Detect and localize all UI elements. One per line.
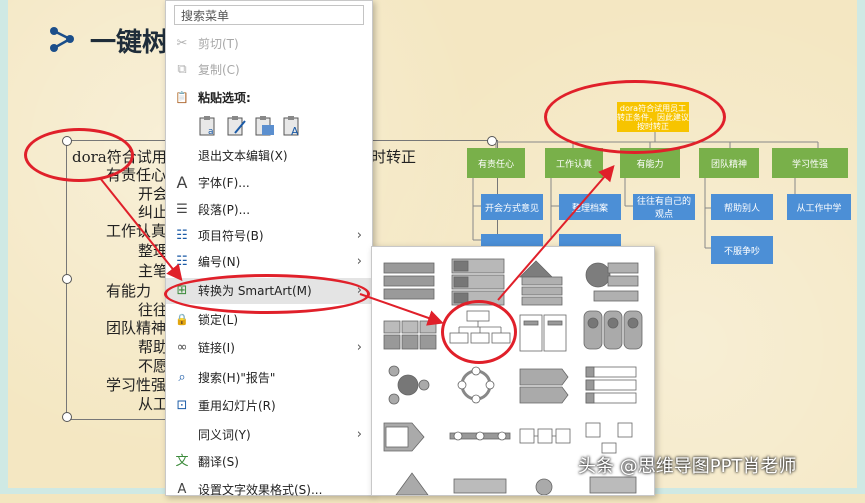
org-leaf-node[interactable]: 开会方式意见 — [481, 194, 543, 220]
smartart-thumb-connected-process — [519, 428, 571, 444]
smartart-thumb-stacked-list — [451, 258, 505, 306]
menu-item-search[interactable]: ⌕ 搜索(H)"报告" — [166, 365, 372, 391]
smartart-thumb-bending-list — [453, 478, 507, 494]
highlight-circle-dora — [24, 128, 134, 182]
svg-text:a: a — [208, 127, 214, 137]
outline-line[interactable]: 纠止 — [138, 201, 168, 222]
font-icon: A — [176, 173, 188, 192]
outline-line-tail[interactable]: 时转正 — [371, 146, 416, 167]
org-branch-node[interactable]: 有责任心 — [467, 148, 525, 178]
outline-line[interactable]: 学习性强 — [106, 374, 166, 395]
menu-item-paste-options: 📋 粘贴选项: — [175, 91, 251, 105]
menu-item-reuse-slides[interactable]: ⊡ 重用幻灯片(R) — [166, 393, 372, 419]
slide-right-border — [857, 0, 865, 494]
org-branch-node[interactable]: 团队精神 — [699, 148, 759, 178]
menu-item-numbering[interactable]: ☷ 编号(N) › — [166, 249, 372, 275]
smartart-thumb-basic-block-list — [383, 262, 435, 300]
smartart-thumb-cycle — [457, 366, 495, 404]
smartart-thumb-chevron — [383, 422, 425, 452]
text-effects-icon: A — [177, 482, 187, 497]
outline-line[interactable]: 有能力 — [106, 280, 151, 301]
outline-line[interactable]: 主笔 — [138, 260, 168, 281]
org-leaf-node[interactable]: 不服争吵 — [711, 236, 773, 264]
slide-title[interactable]: 一键树 — [90, 22, 168, 59]
highlight-circle-hierarchy-thumb — [441, 300, 517, 364]
org-leaf-node[interactable]: 往往有自己的观点 — [633, 194, 695, 220]
menu-item-exit-text-edit[interactable]: 退出文本编辑(X) — [166, 143, 372, 169]
context-menu: 搜索菜单 ✂ 剪切(T) ⧉ 复制(C) 📋 粘贴选项: a A 退出文本编辑(… — [165, 0, 373, 497]
paste-text-only-icon[interactable]: A — [282, 115, 304, 137]
menu-item-bullets[interactable]: ☷ 项目符号(B) › — [166, 223, 372, 249]
paste-destination-theme-icon[interactable] — [226, 115, 248, 137]
smartart-thumb-picture-list — [583, 310, 643, 350]
highlight-circle-root-node — [544, 80, 726, 154]
org-leaf-node[interactable]: 帮助别人 — [711, 194, 773, 220]
paragraph-icon: ☰ — [176, 202, 188, 217]
bullets-icon: ☷ — [176, 228, 188, 243]
svg-text:A: A — [291, 125, 299, 137]
slide-left-border — [0, 0, 8, 494]
menu-item-translate[interactable]: 文 翻译(S) — [166, 449, 372, 475]
copy-icon: ⧉ — [177, 62, 187, 77]
org-branch-node[interactable]: 工作认真 — [545, 148, 603, 178]
menu-item-copy[interactable]: ⧉ 复制(C) — [166, 57, 372, 83]
smartart-thumb-horizontal-list — [519, 314, 567, 352]
menu-item-link[interactable]: ∞ 链接(I) › — [166, 335, 372, 361]
chevron-right-icon: › — [356, 340, 362, 355]
smartart-thumb-process-arrows — [519, 368, 569, 404]
outline-line[interactable]: 帮助 — [138, 336, 168, 357]
smartart-thumb-pyramid — [395, 472, 429, 495]
chevron-right-icon: › — [356, 427, 362, 442]
smartart-thumb-hierarchy-list — [585, 422, 633, 454]
menu-item-text-effects[interactable]: A 设置文字效果格式(S)... — [166, 477, 372, 503]
highlight-circle-smartart-menu — [164, 274, 370, 314]
org-branch-node[interactable]: 学习性强 — [772, 148, 848, 178]
scissors-icon: ✂ — [176, 36, 188, 51]
resize-handle-middle-left[interactable] — [62, 274, 72, 284]
chevron-right-icon: › — [356, 254, 362, 269]
outline-line[interactable]: 从工 — [138, 393, 168, 414]
menu-item-paragraph[interactable]: ☰ 段落(P)... — [166, 197, 372, 223]
menu-item-cut[interactable]: ✂ 剪切(T) — [166, 31, 372, 57]
paste-keep-source-icon[interactable]: a — [198, 115, 220, 137]
outline-line[interactable]: 工作认真 — [106, 220, 166, 241]
reuse-slides-icon: ⊡ — [176, 398, 188, 413]
menu-item-font[interactable]: A 字体(F)... — [166, 170, 372, 196]
slide-canvas: 一键树 dora符合试用 时转正 有责任心 开会 纠止 工作认真 整理 主笔 有… — [0, 0, 865, 497]
lock-icon: 🔒 — [175, 313, 189, 326]
menu-search-input[interactable]: 搜索菜单 — [174, 5, 364, 25]
paste-icon: 📋 — [175, 91, 189, 104]
smartart-thumb-timeline — [449, 431, 511, 441]
link-icon: ∞ — [176, 340, 188, 355]
smartart-thumb-circle-list — [585, 262, 639, 302]
smartart-thumb-venn — [535, 478, 553, 495]
watermark-text: 头条 @思维导图PPT肖老师 — [578, 456, 797, 477]
outline-line[interactable]: 不愿 — [138, 355, 168, 376]
share-nodes-icon — [50, 27, 74, 52]
search-icon: ⌕ — [178, 370, 186, 385]
chevron-right-icon: › — [356, 228, 362, 243]
outline-line[interactable]: 团队精神 — [106, 317, 166, 338]
smartart-thumb-matrix — [589, 476, 637, 494]
resize-handle-bottom-left[interactable] — [62, 412, 72, 422]
smartart-thumb-vertical-box-list — [519, 260, 563, 306]
org-leaf-node[interactable]: 整理档案 — [559, 194, 621, 220]
translate-icon: 文 — [175, 454, 189, 469]
smartart-thumb-radial — [388, 365, 430, 405]
outline-line[interactable]: 整理 — [138, 240, 168, 261]
org-leaf-node[interactable]: 从工作中学 — [787, 194, 851, 220]
numbering-icon: ☷ — [176, 254, 188, 269]
paste-picture-icon[interactable] — [254, 115, 276, 137]
smartart-thumb-list-bullets — [585, 366, 637, 404]
smartart-thumb-table-list — [383, 320, 437, 350]
menu-item-synonyms[interactable]: 同义词(Y) › — [166, 422, 372, 448]
